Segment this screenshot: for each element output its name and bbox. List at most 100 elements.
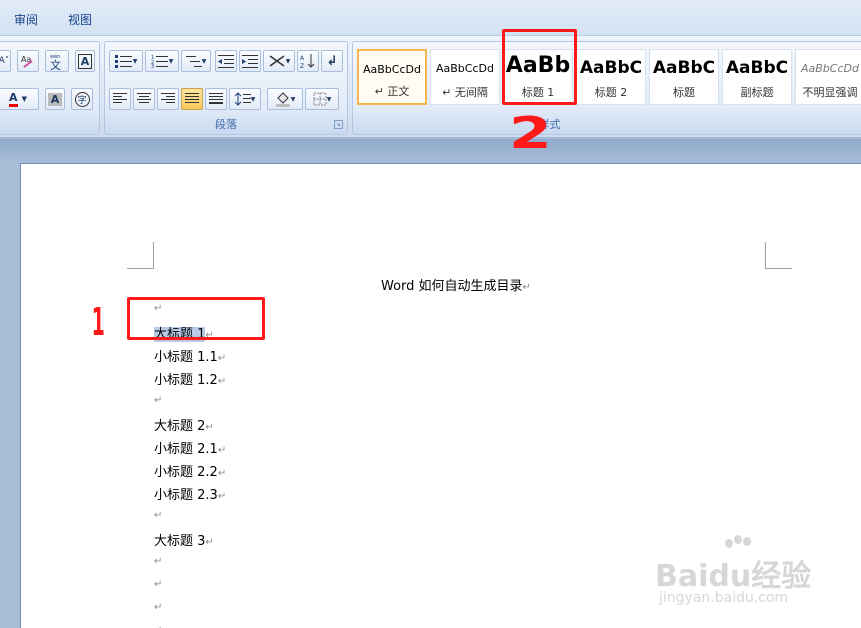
distributed-button[interactable] [205,88,227,110]
document-title-text: Word 如何自动生成目录 [381,279,523,294]
document-paragraph[interactable]: 小标题 1.1↵ [154,346,226,365]
style-title[interactable]: AaBbC 标题 [649,49,719,105]
tab-view[interactable]: 视图 [68,11,92,28]
document-paragraph[interactable]: ↵ [154,599,162,614]
decrease-indent-button[interactable] [215,50,237,72]
multilevel-list-button[interactable]: ▼ [181,50,211,72]
paragraph-mark: ↵ [154,395,163,406]
chevron-down-icon: ▼ [290,95,296,103]
style-no-spacing-sample: AaBbCcDd [436,62,494,75]
sort-button[interactable]: A Z [297,50,319,72]
watermark-brand: Baidu经验 [655,559,812,594]
numbering-button[interactable]: 1 2 3 ▼ [145,50,179,72]
document-paragraph[interactable]: 大标题 3↵ [154,530,214,549]
paragraph-group-label: 段落 [215,118,237,131]
justify-button[interactable] [181,88,203,110]
chevron-down-icon: ▼ [168,57,174,65]
bullets-button[interactable]: ▼ [109,50,143,72]
style-subtitle-label: 副标题 [740,86,774,99]
ribbon-shadow [0,139,861,163]
chevron-down-icon: ▼ [326,95,332,103]
align-left-button[interactable] [109,88,131,110]
document-paragraph[interactable]: ↵ [154,392,162,407]
document-paragraph[interactable]: 大标题 2↵ [154,415,214,434]
annotation-number-1: 1 [91,300,105,344]
align-center-button[interactable] [133,88,155,110]
sort-icon: A Z [300,54,315,69]
style-heading-2[interactable]: AaBbC 标题 2 [576,49,646,105]
style-subtitle[interactable]: AaBbC 副标题 [722,49,792,105]
launcher-arrow-icon: ↘ [335,121,342,128]
paragraph-mark: ↵ [205,537,214,548]
document-paragraph[interactable]: 小标题 1.2↵ [154,369,226,388]
show-formatting-marks-button[interactable]: ↲ [321,50,343,72]
font-group: A˅ Aa wén 文 A A ▼ A 字 [0,41,100,135]
style-normal[interactable]: AaBbCcDd ↵ 正文 [357,49,427,105]
margin-corner-left [127,242,154,269]
bullet-list-icon [114,55,132,68]
paragraph-text: 小标题 1.2 [154,373,218,388]
document-paragraph[interactable]: ↵ [154,622,162,628]
decrease-indent-icon [218,55,234,68]
character-shading-button[interactable]: A [45,88,65,110]
document-paragraph[interactable]: ↵ [154,576,162,591]
paragraph-mark: ↵ [217,376,227,387]
svg-text:Z: Z [300,63,304,69]
style-normal-sample: AaBbCcDd [363,63,421,76]
document-paragraph[interactable]: 小标题 2.2↵ [154,461,226,480]
align-left-icon [113,93,127,103]
enclose-characters-button[interactable]: 字 [71,88,93,110]
font-color-button[interactable]: A ▼ [0,88,39,110]
document-title[interactable]: Word 如何自动生成目录↵ [381,275,531,294]
shading-button[interactable]: ▼ [267,88,303,110]
line-spacing-button[interactable]: ▼ [229,88,261,110]
chevron-down-icon: ▼ [132,57,138,65]
align-right-button[interactable] [157,88,179,110]
svg-text:3: 3 [151,64,154,68]
tab-review[interactable]: 审阅 [14,11,38,28]
paragraph-mark: ↵ [205,422,214,433]
document-paragraph[interactable]: 小标题 2.3↵ [154,484,226,503]
character-border-button[interactable]: A [75,50,95,72]
char-shading-icon: A [47,92,63,106]
clear-format-icon: Aa [21,55,33,68]
paragraph-mark: ↵ [154,556,163,567]
paragraph-text: 小标题 2.1 [154,442,218,457]
chevron-down-icon: ▼ [250,95,256,103]
paragraph-dialog-launcher[interactable]: ↘ [334,120,343,129]
font-size-icon: A˅ [0,56,10,66]
multilevel-list-icon [185,56,202,67]
margin-corner-right [765,242,792,269]
line-spacing-icon [234,92,251,106]
paragraph-mark: ↵ [217,445,227,456]
chinese-layout-button[interactable]: ▼ [263,50,295,72]
borders-icon [313,92,327,106]
ribbon: A˅ Aa wén 文 A A ▼ A 字 ▼ 1 2 3 ▼ ▼ ▼ A Z … [0,35,861,138]
increase-indent-button[interactable] [239,50,261,72]
clear-format-button[interactable]: Aa [17,50,39,72]
phonetic-guide-button[interactable]: wén 文 [45,50,69,72]
borders-button[interactable]: ▼ [305,88,339,110]
document-paragraph[interactable]: 小标题 2.1↵ [154,438,226,457]
align-center-icon [137,93,151,103]
paragraph-mark: ↵ [522,282,531,293]
style-title-label: 标题 [673,86,695,99]
pilcrow-icon: ↲ [326,53,338,69]
paragraph-mark: ↵ [154,579,163,590]
document-paragraph[interactable]: ↵ [154,507,162,522]
paint-bucket-icon [275,92,290,107]
style-subtitle-sample: AaBbC [725,58,789,78]
align-right-icon [161,93,175,103]
numbered-list-icon: 1 2 3 [151,55,168,68]
style-heading-2-sample: AaBbC [579,58,643,78]
document-paragraph[interactable]: ↵ [154,553,162,568]
style-subtle-emphasis[interactable]: AaBbCcDd 不明显强调 [795,49,861,105]
chinese-layout-icon [269,55,285,67]
font-color-icon: A [9,91,18,107]
paragraph-mark: ↵ [217,491,227,502]
shrink-font-button[interactable]: A˅ [0,50,11,72]
chevron-down-icon: ▼ [285,57,291,65]
char-border-icon: A [77,53,93,69]
style-no-spacing[interactable]: AaBbCcDd ↵ 无间隔 [430,49,500,105]
paragraph-mark: ↵ [217,468,227,479]
